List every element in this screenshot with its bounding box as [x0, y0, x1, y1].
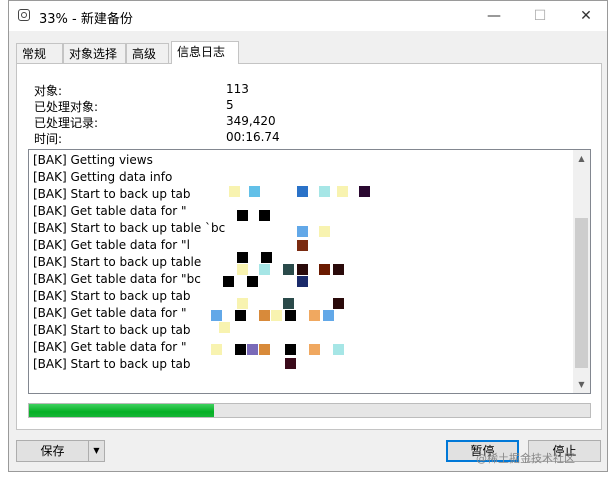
progress-fill — [29, 404, 215, 417]
log-line: [BAK] Getting views — [33, 153, 153, 167]
backup-app-icon — [18, 9, 30, 21]
processed-objects-label: 已处理对象: — [34, 100, 99, 114]
tab-object-selection[interactable]: 对象选择 — [63, 43, 126, 63]
backup-progress-bar — [28, 403, 591, 418]
log-scrollbar[interactable]: ▲ ▼ — [573, 150, 590, 393]
maximize-button[interactable]: ☐ — [517, 1, 563, 31]
processed-records-label: 已处理记录: — [34, 116, 99, 130]
objects-label: 对象: — [34, 84, 63, 98]
title-bar: 33% - 新建备份 — ☐ ✕ — [9, 1, 607, 31]
redaction-mosaic — [199, 170, 379, 380]
watermark: @稀土掘金技术社区 — [476, 452, 575, 465]
processed-objects-value: 5 — [226, 98, 234, 112]
backup-progress-window: 33% - 新建备份 — ☐ ✕ 常规 对象选择 高级 信息日志 对象: 113… — [8, 0, 608, 472]
objects-value: 113 — [226, 82, 249, 96]
save-button[interactable]: 保存 — [16, 440, 89, 462]
tab-info-log[interactable]: 信息日志 — [171, 41, 239, 64]
scroll-thumb[interactable] — [575, 218, 588, 368]
save-dropdown-arrow-icon[interactable]: ▼ — [88, 440, 105, 462]
save-split-button: 保存 ▼ — [16, 440, 105, 462]
tab-general[interactable]: 常规 — [16, 43, 63, 63]
window-title: 33% - 新建备份 — [39, 12, 133, 27]
scroll-up-arrow-icon[interactable]: ▲ — [573, 150, 590, 167]
tab-advanced[interactable]: 高级 — [126, 43, 169, 63]
log-output[interactable]: [BAK] Getting views [BAK] Getting data i… — [28, 149, 591, 394]
minimize-button[interactable]: — — [471, 1, 517, 31]
close-button[interactable]: ✕ — [563, 1, 609, 31]
time-label: 时间: — [34, 132, 63, 146]
processed-records-value: 349,420 — [226, 114, 276, 128]
scroll-down-arrow-icon[interactable]: ▼ — [573, 376, 590, 393]
time-value: 00:16.74 — [226, 130, 280, 144]
